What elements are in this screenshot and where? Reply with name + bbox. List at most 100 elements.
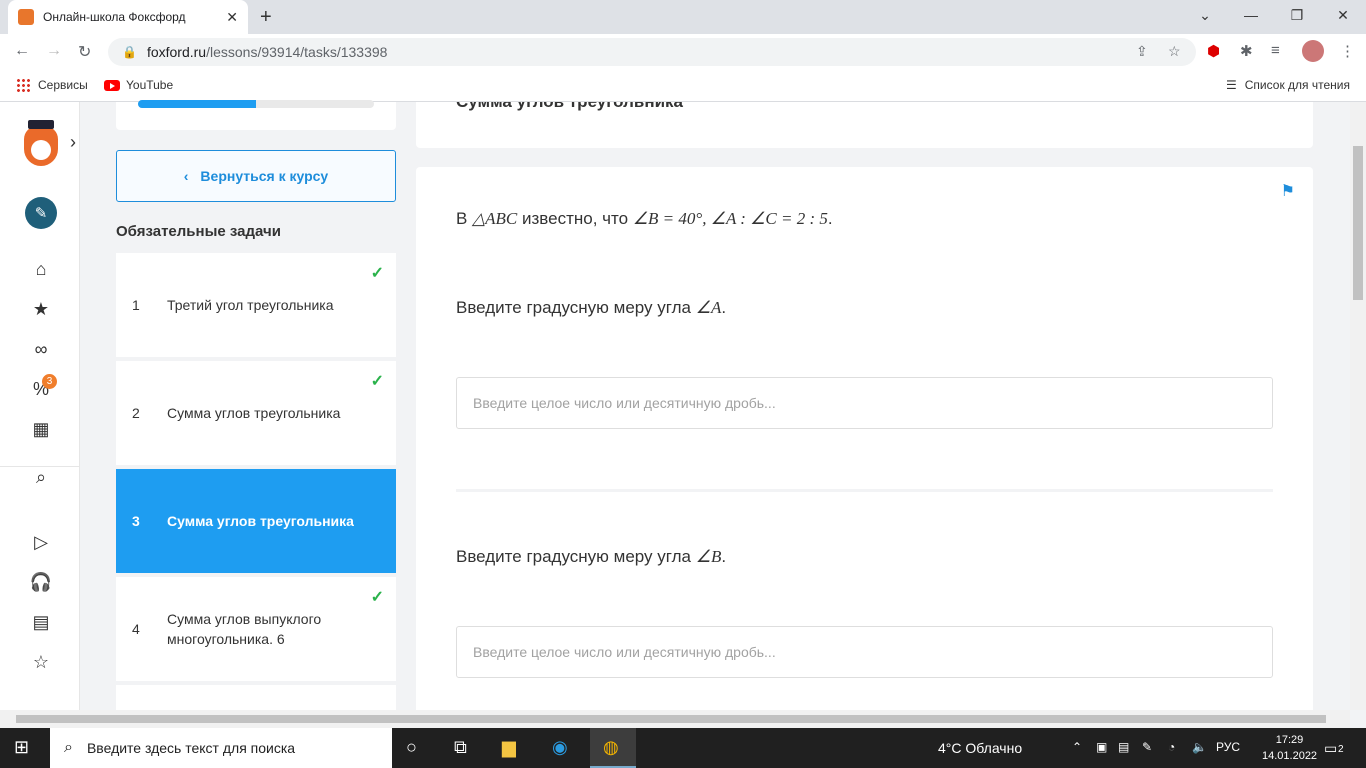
url-path: /lessons/93914/tasks/133398 <box>206 44 388 60</box>
tray-input-icon[interactable]: ✎ <box>1142 740 1152 754</box>
headphones-icon[interactable]: 🎧 <box>28 569 54 595</box>
question-1-math: ∠A <box>695 298 722 317</box>
url-host: foxford.ru <box>146 44 207 60</box>
task-item-3[interactable]: 3 Сумма углов треугольника <box>116 469 396 573</box>
foxford-favicon-icon <box>18 9 34 25</box>
reload-icon[interactable]: ↻ <box>78 42 91 62</box>
back-to-course-label: Вернуться к курсу <box>200 168 329 184</box>
pen-tool-icon[interactable]: ✎ <box>25 197 57 229</box>
chrome-icon: ◍ <box>603 737 619 757</box>
vertical-scrollbar[interactable] <box>1350 102 1366 710</box>
favorites-star-icon[interactable]: ☆ <box>28 649 54 675</box>
report-flag-icon[interactable]: ⚑ <box>1281 181 1295 201</box>
answer-a-input[interactable] <box>456 377 1273 429</box>
profile-avatar[interactable] <box>1302 40 1324 62</box>
taskbar-search-box[interactable]: ⌕ Введите здесь текст для поиска <box>50 728 392 768</box>
address-bar-row: ← → ↻ 🔒 foxford.ru /lessons/93914/tasks/… <box>0 34 1366 70</box>
task-item-5[interactable] <box>116 685 396 710</box>
bookmark-star-icon[interactable]: ☆ <box>1168 43 1181 60</box>
new-tab-icon[interactable]: + <box>260 6 272 29</box>
back-to-course-button[interactable]: ‹ Вернуться к курсу <box>116 150 396 202</box>
search-icon[interactable]: ⌕ <box>28 464 54 490</box>
statement-triangle: △ABC <box>472 209 518 228</box>
calendar-gift-icon[interactable]: ▦ <box>28 416 54 442</box>
question-1: Введите градусную меру угла ∠A. <box>456 298 726 318</box>
task-name: Сумма углов треугольника <box>167 513 354 529</box>
question-2-text: Введите градусную меру угла <box>456 547 691 566</box>
notification-badge: 3 <box>42 374 57 389</box>
tray-device-icon[interactable]: ▣ <box>1096 740 1107 754</box>
left-nav-rail: ⌕ ▷ 🎧 ▤ ☆ ⌂ ★ ∞ % ▦ <box>0 102 80 710</box>
notification-center-icon[interactable]: ▭ <box>1324 740 1337 757</box>
statement-prefix: В <box>456 209 468 228</box>
infinity-icon[interactable]: ∞ <box>28 336 54 362</box>
task-card: ⚑ В △ABC известно, что ∠B = 40°, ∠A : ∠C… <box>416 167 1313 710</box>
back-arrow-icon[interactable]: ← <box>14 42 30 60</box>
checkmark-icon: ✓ <box>370 373 384 390</box>
tray-chevron-up-icon[interactable]: ⌃ <box>1072 740 1082 754</box>
cortana-circle-icon[interactable]: ○ <box>406 737 417 758</box>
star-icon[interactable]: ★ <box>28 296 54 322</box>
question-1-dot: . <box>721 298 727 317</box>
reading-list-label: Список для чтения <box>1244 78 1350 92</box>
question-2: Введите градусную меру угла ∠B. <box>456 547 726 567</box>
browser-tab[interactable]: Онлайн-школа Фоксфорд ✕ <box>8 0 248 34</box>
task-number: 1 <box>132 297 140 313</box>
foxford-logo-icon[interactable] <box>24 120 58 166</box>
forward-arrow-icon[interactable]: → <box>46 42 62 60</box>
extensions-puzzle-icon[interactable]: ✱ <box>1240 42 1253 60</box>
task-item-1[interactable]: 1 Третий угол треугольника ✓ <box>116 253 396 357</box>
share-icon[interactable]: ⇪ <box>1136 43 1148 60</box>
tray-display-icon[interactable]: ▤ <box>1118 740 1129 754</box>
bookmark-label: Сервисы <box>38 78 88 92</box>
task-title: Сумма углов треугольника <box>456 102 683 112</box>
minimize-icon[interactable]: — <box>1228 0 1274 30</box>
horizontal-scroll-thumb[interactable] <box>16 715 1326 723</box>
network-icon[interactable]: ◔ <box>1168 740 1175 754</box>
browser-menu-icon[interactable]: ⋮ <box>1340 42 1355 60</box>
home-icon[interactable]: ⌂ <box>28 256 54 282</box>
checkmark-icon: ✓ <box>370 265 384 282</box>
close-tab-icon[interactable]: ✕ <box>226 9 238 26</box>
answer-b-input[interactable] <box>456 626 1273 678</box>
tab-search-chevron-down-icon[interactable]: ⌄ <box>1182 0 1228 30</box>
expand-chevron-right-icon[interactable]: › <box>70 132 76 153</box>
adblock-extension-icon[interactable]: ⬢ <box>1207 42 1220 60</box>
course-progress-fill <box>138 100 256 108</box>
course-progress-card <box>116 100 396 130</box>
bookmarks-bar: Сервисы YouTube ☰ Список для чтения <box>0 70 1366 102</box>
task-view-icon[interactable]: ⧉ <box>454 737 467 758</box>
problem-statement: В △ABC известно, что ∠B = 40°, ∠A : ∠C =… <box>456 209 833 229</box>
task-item-4[interactable]: 4 Сумма углов выпуклого многоугольника. … <box>116 577 396 681</box>
board-icon[interactable]: ▤ <box>28 609 54 635</box>
language-indicator[interactable]: РУС <box>1216 740 1240 754</box>
file-explorer-icon[interactable]: ▆ <box>502 737 516 758</box>
search-icon: ⌕ <box>64 739 73 756</box>
task-name: Третий угол треугольника <box>167 297 334 313</box>
chrome-taskbar-button[interactable]: ◍ <box>590 728 636 768</box>
windows-start-icon[interactable]: ⊞ <box>14 737 29 758</box>
volume-icon[interactable]: 🔈 <box>1192 740 1207 754</box>
vertical-scroll-thumb[interactable] <box>1353 146 1363 300</box>
bookmark-youtube[interactable]: YouTube <box>104 78 173 92</box>
edge-browser-icon[interactable]: ◉ <box>552 737 568 758</box>
task-title-card: Сумма углов треугольника <box>416 102 1313 148</box>
task-item-2[interactable]: 2 Сумма углов треугольника ✓ <box>116 361 396 465</box>
clock-time: 17:29 <box>1275 734 1304 746</box>
close-window-icon[interactable]: ✕ <box>1320 0 1366 30</box>
lock-icon: 🔒 <box>122 45 137 59</box>
reading-list-button[interactable]: ☰ Список для чтения <box>1226 78 1350 92</box>
task-name: Сумма углов выпуклого многоугольника. 6 <box>167 611 322 647</box>
media-control-icon[interactable]: ≡ <box>1271 42 1280 59</box>
restore-icon[interactable]: ❐ <box>1274 0 1320 30</box>
video-lessons-icon[interactable]: ▷ <box>28 529 54 555</box>
statement-mid: известно, что <box>522 209 629 228</box>
system-clock[interactable]: 17:29 14.01.2022 <box>1262 732 1317 764</box>
bookmark-services[interactable]: Сервисы <box>16 78 88 92</box>
horizontal-scrollbar[interactable] <box>0 710 1350 728</box>
tab-title: Онлайн-школа Фоксфорд <box>43 10 186 24</box>
bookmark-label: YouTube <box>126 78 174 92</box>
weather-widget[interactable]: 4°C Облачно <box>938 740 1022 756</box>
task-number: 4 <box>132 621 140 637</box>
url-field[interactable]: 🔒 foxford.ru /lessons/93914/tasks/133398… <box>108 38 1196 66</box>
